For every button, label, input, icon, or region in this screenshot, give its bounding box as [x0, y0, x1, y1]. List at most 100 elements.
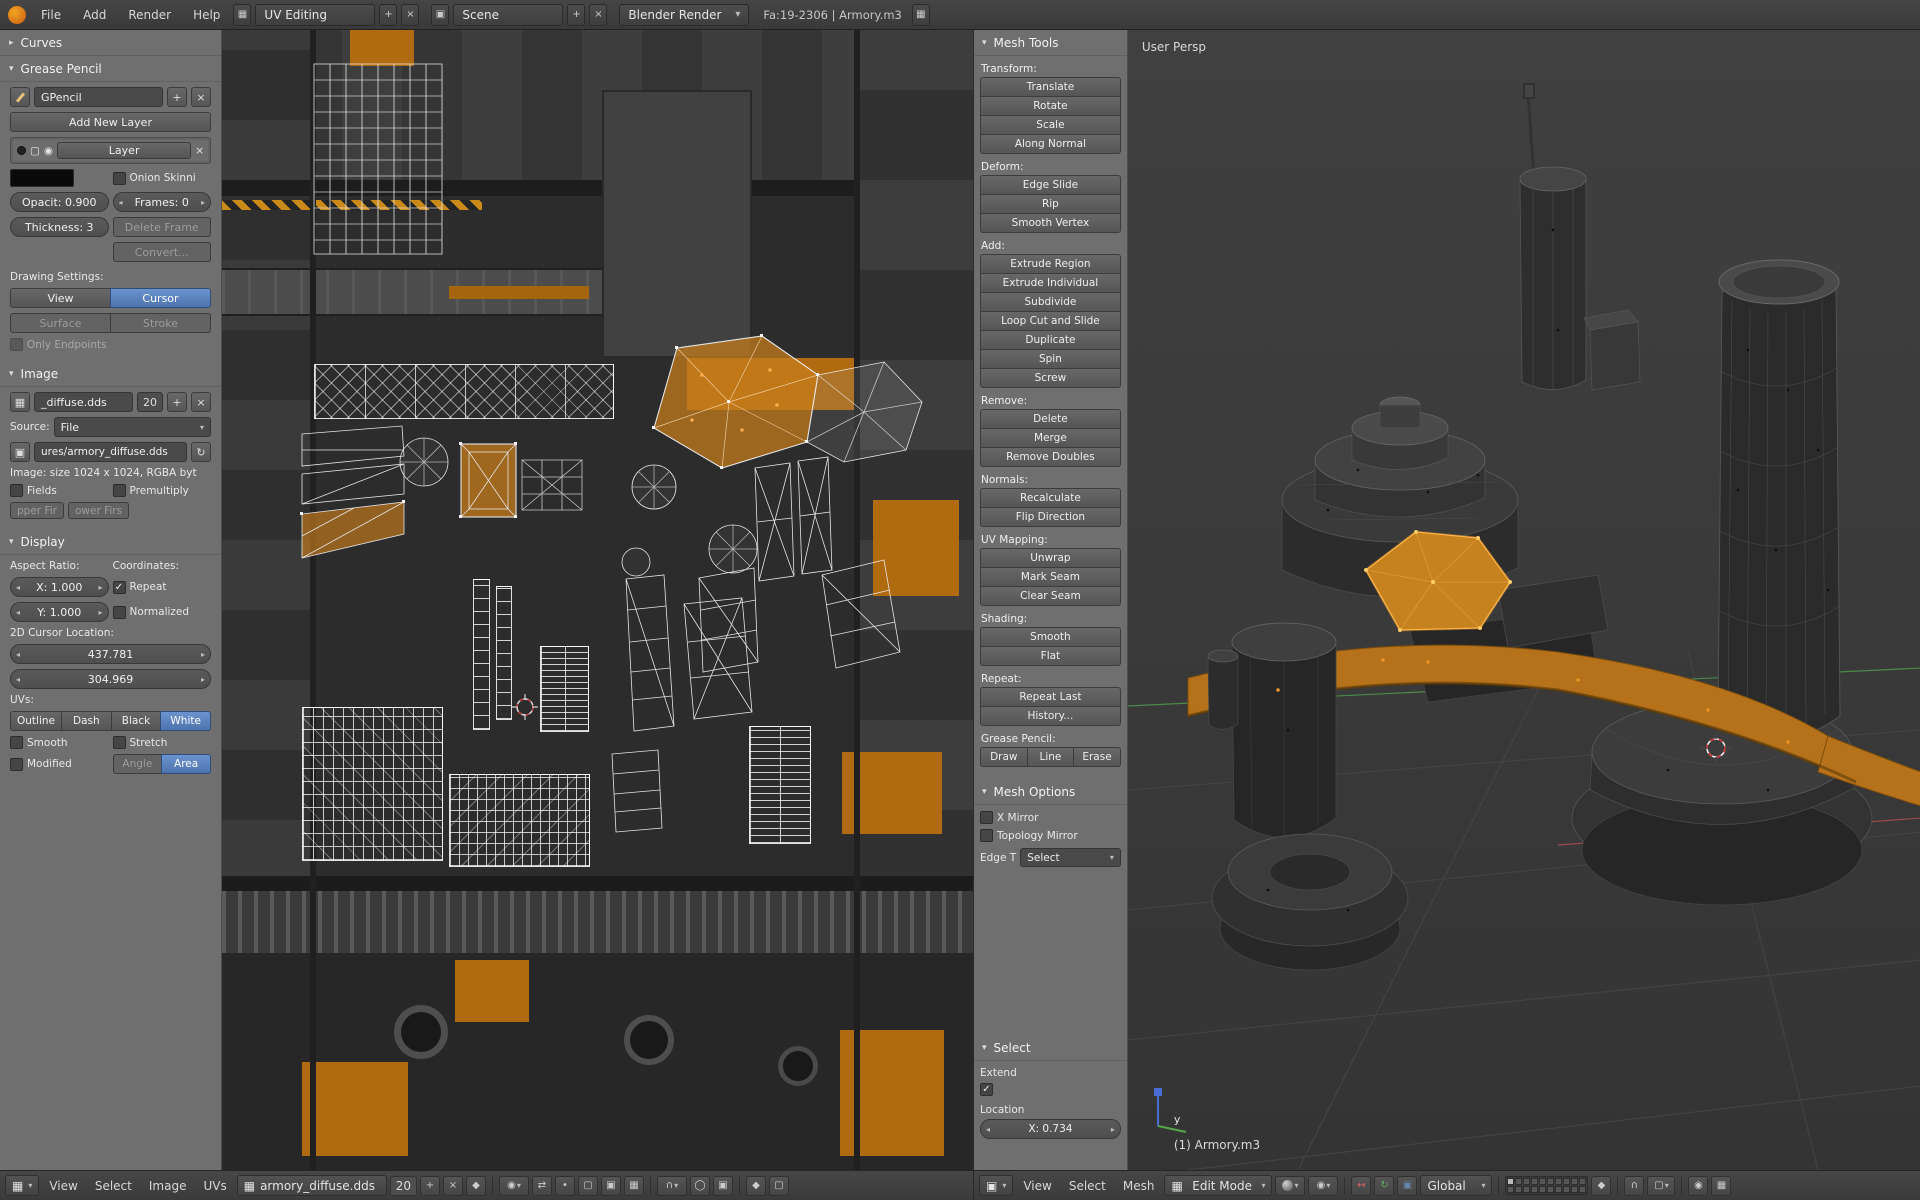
unlink-image-button[interactable]: × — [443, 1176, 463, 1196]
smooth-vertex-button[interactable]: Smooth Vertex — [980, 213, 1121, 233]
image-datablock-selector[interactable]: ▦ armory_diffuse.dds — [237, 1175, 387, 1196]
screen-layout-icon[interactable]: ▦ — [233, 4, 251, 26]
cursor-x-field[interactable]: ◂ 437.781 ▸ — [10, 644, 211, 664]
lock-icon[interactable]: ▢ — [30, 145, 40, 157]
subdivide-button[interactable]: Subdivide — [980, 292, 1121, 312]
edge-slide-button[interactable]: Edge Slide — [980, 175, 1121, 195]
along-normal-button[interactable]: Along Normal — [980, 134, 1121, 154]
image-users-count[interactable]: 20 — [137, 392, 163, 412]
render-menu[interactable]: Render — [119, 5, 180, 25]
cursor-y-field[interactable]: ◂ 304.969 ▸ — [10, 669, 211, 689]
delete-layer-icon[interactable]: × — [195, 145, 204, 157]
only-endpoints-checkbox[interactable] — [10, 338, 23, 351]
v3d-select-menu[interactable]: Select — [1062, 1176, 1113, 1196]
aspect-y-field[interactable]: ◂ Y: 1.000 ▸ — [10, 602, 109, 622]
add-menu[interactable]: Add — [74, 5, 115, 25]
gpencil-layer-row[interactable]: ▢ ◉ Layer × — [13, 140, 208, 161]
viewport-shading-dropdown[interactable]: ▾ — [1275, 1176, 1305, 1196]
unwrap-button[interactable]: Unwrap — [980, 548, 1121, 568]
layer-name-button[interactable]: Layer — [57, 142, 191, 159]
add-layout-button[interactable]: + — [379, 4, 397, 26]
repeat-last-button[interactable]: Repeat Last — [980, 687, 1121, 707]
display-channels-icon[interactable]: ▣ — [713, 1176, 733, 1196]
screw-button[interactable]: Screw — [980, 368, 1121, 388]
delete-frame-button[interactable]: Delete Frame — [113, 217, 212, 237]
manipulator-translate-icon[interactable]: ↔ — [1351, 1176, 1371, 1196]
premultiply-checkbox[interactable] — [113, 484, 126, 497]
shade-smooth-button[interactable]: Smooth — [980, 627, 1121, 647]
remove-doubles-button[interactable]: Remove Doubles — [980, 447, 1121, 467]
manipulator-scale-icon[interactable]: ▣ — [1397, 1176, 1417, 1196]
v3d-view-menu[interactable]: View — [1016, 1176, 1058, 1196]
new-image-button[interactable]: + — [167, 392, 187, 412]
opacity-slider[interactable]: Opacit: 0.900 — [10, 192, 109, 212]
uv-outline-button[interactable]: Outline — [10, 711, 62, 731]
draw-view-button[interactable]: View — [10, 288, 111, 308]
gp-erase-button[interactable]: Erase — [1073, 747, 1121, 767]
uv-image-menu[interactable]: Image — [142, 1176, 194, 1196]
pin-icon[interactable]: ◆ — [466, 1176, 486, 1196]
snap-dropdown[interactable]: ∩ ▾ — [657, 1176, 687, 1196]
gp-color-swatch[interactable] — [10, 169, 74, 187]
scene-selector[interactable]: Scene — [453, 4, 563, 26]
file-menu[interactable]: File — [32, 5, 70, 25]
stretch-angle-button[interactable]: Angle — [113, 754, 163, 774]
pivot-center-dropdown[interactable]: ◉ ▾ — [1308, 1176, 1338, 1196]
smooth-checkbox[interactable] — [10, 736, 23, 749]
editor-type-selector[interactable]: ▦ ▾ — [5, 1175, 39, 1196]
uv-sync-selection-icon[interactable]: ⇄ — [532, 1176, 552, 1196]
uv-uvs-menu[interactable]: UVs — [196, 1176, 233, 1196]
recalculate-button[interactable]: Recalculate — [980, 488, 1121, 508]
delete-button[interactable]: Delete — [980, 409, 1121, 429]
opengl-render-anim-icon[interactable]: ▦ — [1711, 1176, 1731, 1196]
uv-canvas[interactable] — [222, 30, 973, 1170]
add-scene-button[interactable]: + — [567, 4, 585, 26]
gp-line-button[interactable]: Line — [1027, 747, 1075, 767]
opengl-render-icon[interactable]: ◉ — [1688, 1176, 1708, 1196]
uv-black-button[interactable]: Black — [111, 711, 162, 731]
source-dropdown[interactable]: File ▾ — [54, 417, 211, 437]
mesh-options-panel-header[interactable]: ▾ Mesh Options — [974, 779, 1127, 805]
delete-layout-button[interactable]: × — [401, 4, 419, 26]
duplicate-button[interactable]: Duplicate — [980, 330, 1121, 350]
select-mode-island-icon[interactable]: ▦ — [624, 1176, 644, 1196]
grease-pencil-panel-header[interactable]: ▾ Grease Pencil — [0, 56, 221, 82]
select-mode-edge-icon[interactable]: ▢ — [578, 1176, 598, 1196]
new-image-button[interactable]: + — [420, 1176, 440, 1196]
curves-panel-header[interactable]: ▸ Curves — [0, 30, 221, 56]
mode-selector[interactable]: ▦ Edit Mode ▾ — [1164, 1175, 1272, 1196]
window-grid-icon[interactable]: ▦ — [912, 4, 930, 26]
lock-to-scene-icon[interactable]: ◆ — [1591, 1176, 1611, 1196]
gpencil-name-field[interactable]: GPencil — [34, 87, 163, 107]
uv-select-menu[interactable]: Select — [88, 1176, 139, 1196]
image-users-count[interactable]: 20 — [390, 1176, 417, 1196]
select-mode-vertex-icon[interactable]: • — [555, 1176, 575, 1196]
mark-seam-button[interactable]: Mark Seam — [980, 567, 1121, 587]
manipulator-rotate-icon[interactable]: ↻ — [1374, 1176, 1394, 1196]
add-gpencil-button[interactable]: + — [167, 87, 187, 107]
step-right-icon[interactable]: ▸ — [201, 198, 205, 207]
viewport-3d[interactable]: User Persp y (1) Armory.m3 — [1128, 30, 1920, 1170]
lock-icon[interactable]: ◆ — [746, 1176, 766, 1196]
repeat-checkbox[interactable]: ✓ — [113, 581, 126, 594]
fields-checkbox[interactable] — [10, 484, 23, 497]
uv-view-menu[interactable]: View — [42, 1176, 84, 1196]
pivot-dropdown[interactable]: ◉ ▾ — [499, 1176, 529, 1196]
select-mode-face-icon[interactable]: ▣ — [601, 1176, 621, 1196]
proportional-editing-icon[interactable]: ◯ — [690, 1176, 710, 1196]
x-mirror-checkbox[interactable] — [980, 811, 993, 824]
paint-mode-icon[interactable]: ▢ — [769, 1176, 789, 1196]
spin-button[interactable]: Spin — [980, 349, 1121, 369]
image-name-field[interactable]: _diffuse.dds — [34, 392, 133, 412]
orientation-dropdown[interactable]: Global ▾ — [1420, 1175, 1492, 1196]
delete-scene-button[interactable]: × — [589, 4, 607, 26]
add-new-layer-button[interactable]: Add New Layer — [10, 112, 211, 132]
gp-draw-button[interactable]: Draw — [980, 747, 1028, 767]
lower-first-button[interactable]: ower Firs — [68, 502, 129, 519]
draw-stroke-button[interactable]: Stroke — [110, 313, 211, 333]
render-engine-selector[interactable]: Blender Render ▾ — [619, 4, 749, 26]
edge-tag-dropdown[interactable]: Select ▾ — [1020, 848, 1121, 867]
unlink-image-button[interactable]: × — [191, 392, 211, 412]
screen-layout-selector[interactable]: UV Editing — [255, 4, 375, 26]
shade-flat-button[interactable]: Flat — [980, 646, 1121, 666]
